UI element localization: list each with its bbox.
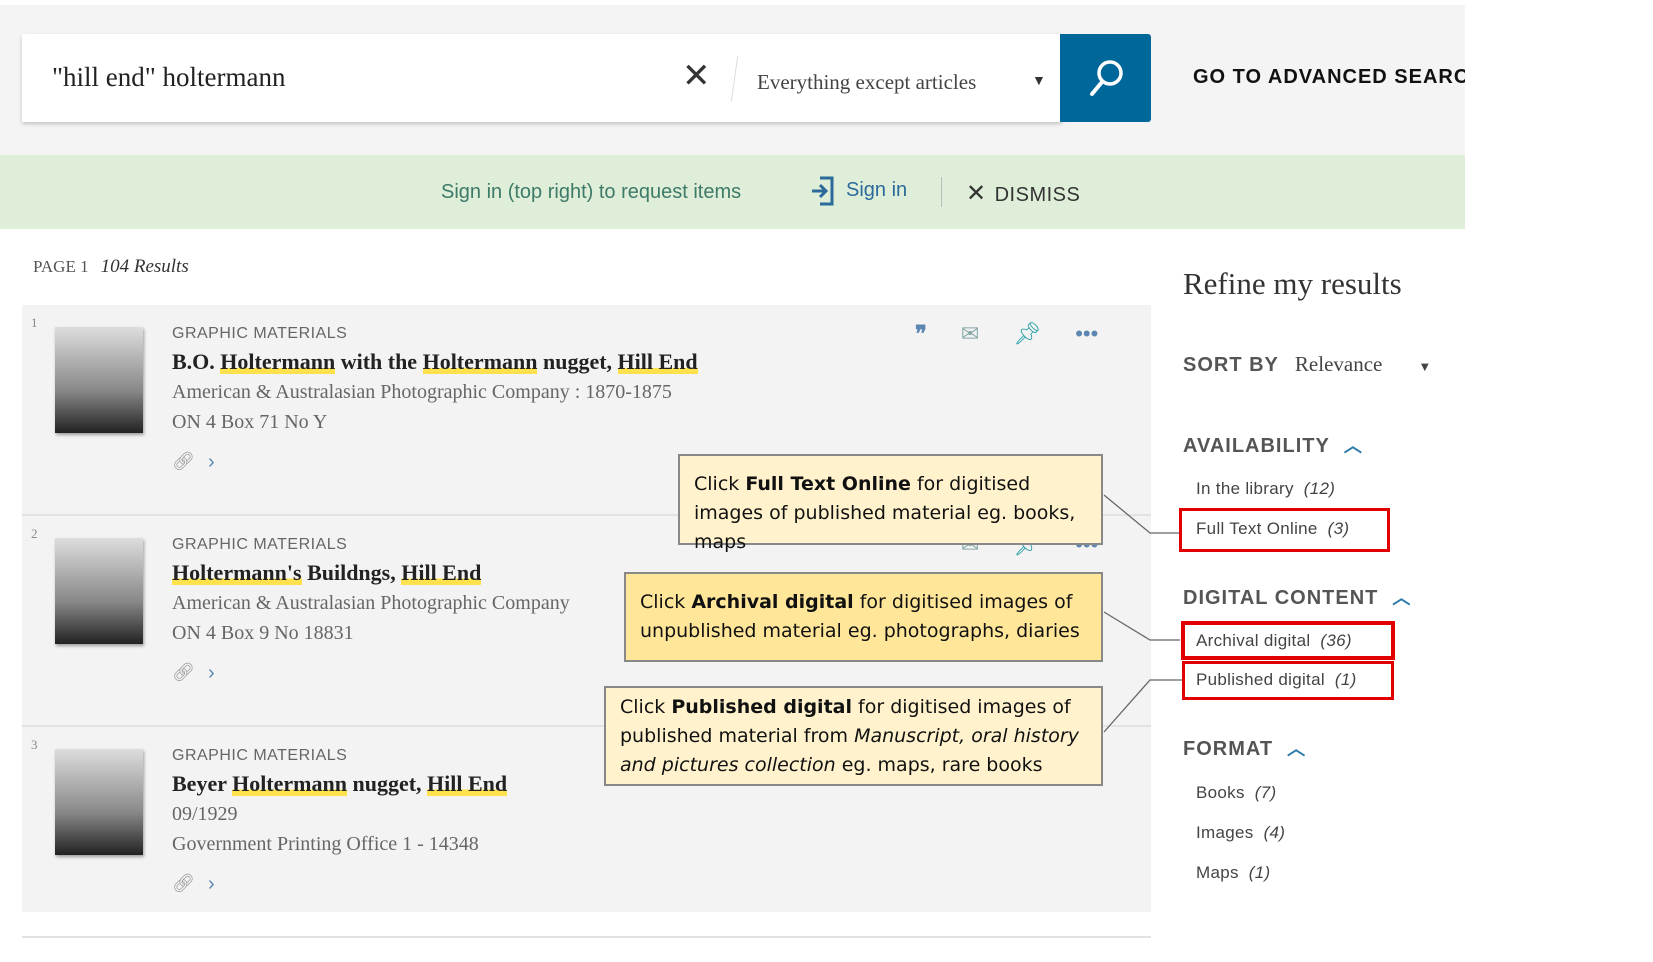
- chevron-right-icon[interactable]: ›: [208, 873, 215, 896]
- signin-banner: Sign in (top right) to request items Sig…: [0, 155, 1465, 229]
- result-type: GRAPHIC MATERIALS: [172, 536, 348, 553]
- result-creator: 09/1929: [172, 803, 238, 825]
- chevron-right-icon[interactable]: ›: [208, 662, 215, 685]
- clear-search-icon[interactable]: ✕: [682, 56, 711, 96]
- result-actions: ❞ ✉ 📌︎ •••: [915, 321, 1098, 347]
- facet-images[interactable]: Images (4): [1196, 823, 1285, 843]
- chevron-up-icon: ︿: [1343, 436, 1363, 456]
- dismiss-label: DISMISS: [994, 184, 1081, 206]
- result-callnumber: Government Printing Office 1 - 14348: [172, 833, 479, 855]
- caret-down-icon[interactable]: ▼: [1032, 72, 1046, 88]
- sign-in-icon[interactable]: [810, 175, 836, 207]
- result-creator: American & Australasian Photographic Com…: [172, 381, 672, 403]
- cite-icon[interactable]: ❞: [915, 321, 927, 347]
- close-icon: ✕: [966, 180, 987, 207]
- callout-archival-digital: Click Archival digital for digitised ima…: [624, 572, 1103, 662]
- facet-maps[interactable]: Maps (1): [1196, 863, 1270, 883]
- link-icon[interactable]: 🔗︎: [172, 451, 195, 472]
- result-number: 1: [31, 315, 38, 330]
- email-icon[interactable]: ✉: [961, 321, 979, 347]
- result-thumbnail[interactable]: [55, 327, 143, 433]
- result-type: GRAPHIC MATERIALS: [172, 747, 348, 764]
- advanced-search-link[interactable]: GO TO ADVANCED SEARCH: [1193, 66, 1465, 89]
- search-button[interactable]: [1060, 34, 1151, 122]
- chevron-up-icon: ︿: [1287, 739, 1307, 759]
- result-number: 2: [31, 526, 38, 541]
- result-title[interactable]: Holtermann's Buildngs, Hill End: [172, 560, 482, 586]
- caret-down-icon: ▼: [1418, 359, 1432, 374]
- banner-message: Sign in (top right) to request items: [441, 181, 742, 203]
- link-icon[interactable]: 🔗︎: [172, 662, 195, 683]
- callout-full-text-online: Click Full Text Online for digitised ima…: [678, 454, 1103, 553]
- annotation-box: [1182, 661, 1394, 700]
- divider: [730, 56, 739, 102]
- result-callnumber: ON 4 Box 9 No 18831: [172, 622, 354, 644]
- facet-digital-content[interactable]: DIGITAL CONTENT ︿: [1183, 584, 1411, 610]
- annotation-box: [1181, 621, 1395, 660]
- divider: [941, 177, 942, 207]
- result-creator: American & Australasian Photographic Com…: [172, 592, 570, 614]
- pin-icon[interactable]: 📌︎: [1013, 321, 1041, 347]
- sort-by: SORT BY Relevance ▼: [1183, 352, 1432, 376]
- result-title[interactable]: B.O. Holtermann with the Holtermann nugg…: [172, 349, 698, 375]
- dismiss-button[interactable]: ✕ DISMISS: [966, 179, 1080, 208]
- search-box: ✕ Everything except articles ▼: [22, 34, 1062, 122]
- sort-select[interactable]: Relevance ▼: [1295, 352, 1431, 376]
- more-icon[interactable]: •••: [1075, 321, 1098, 347]
- results-info: PAGE 1 104 Results: [33, 256, 189, 278]
- search-icon: [1089, 60, 1123, 96]
- annotation-box: [1179, 508, 1390, 552]
- chevron-up-icon: ︿: [1392, 588, 1412, 608]
- sign-in-link[interactable]: Sign in: [846, 179, 907, 202]
- chevron-right-icon[interactable]: ›: [208, 451, 215, 474]
- search-input[interactable]: [52, 62, 652, 93]
- page-number: PAGE 1: [33, 257, 89, 276]
- refine-title: Refine my results: [1183, 266, 1402, 301]
- facet-in-the-library[interactable]: In the library (12): [1196, 479, 1335, 499]
- facet-format[interactable]: FORMAT ︿: [1183, 735, 1306, 761]
- callout-published-digital: Click Published digital for digitised im…: [604, 686, 1103, 786]
- result-callnumber: ON 4 Box 71 No Y: [172, 411, 328, 433]
- result-thumbnail[interactable]: [55, 538, 143, 644]
- facet-availability[interactable]: AVAILABILITY ︿: [1183, 432, 1363, 458]
- result-thumbnail[interactable]: [55, 749, 143, 855]
- result-number: 3: [31, 737, 38, 752]
- link-icon[interactable]: 🔗︎: [172, 873, 195, 894]
- search-scope-select[interactable]: Everything except articles: [757, 70, 976, 95]
- result-count: 104 Results: [100, 256, 189, 277]
- facet-books[interactable]: Books (7): [1196, 783, 1276, 803]
- result-title[interactable]: Beyer Holtermann nugget, Hill End: [172, 771, 508, 797]
- result-type: GRAPHIC MATERIALS: [172, 325, 348, 342]
